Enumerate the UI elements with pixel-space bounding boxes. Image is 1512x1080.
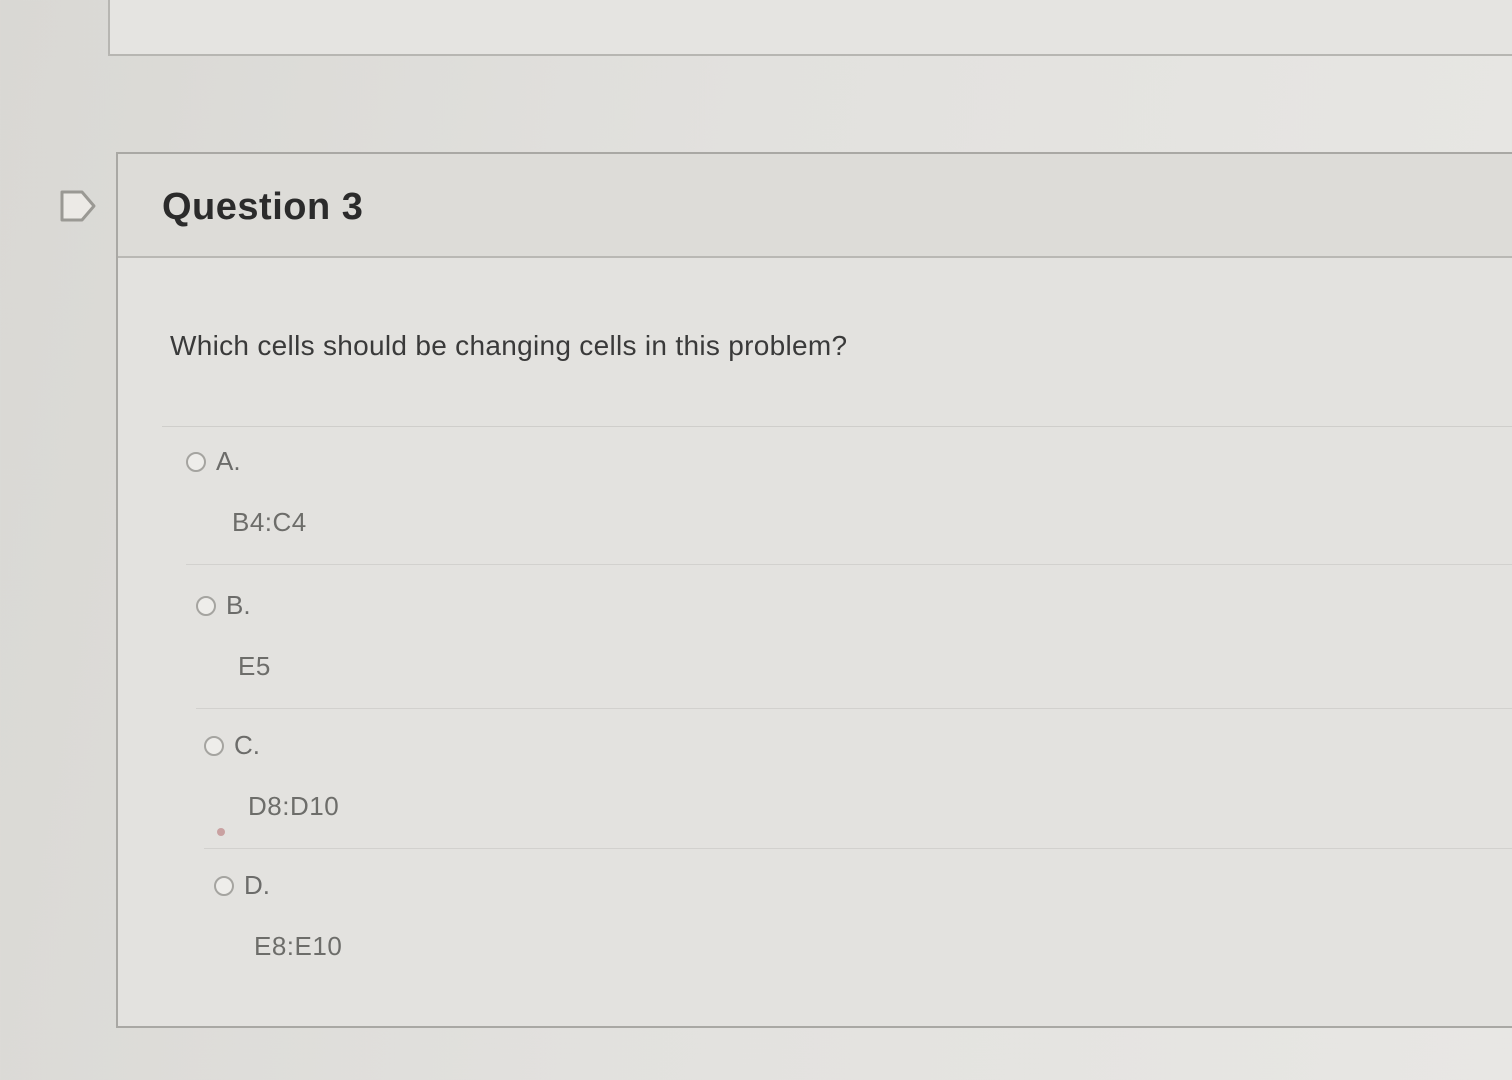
option-divider — [186, 564, 1512, 565]
question-prompt: Which cells should be changing cells in … — [170, 330, 848, 361]
question-title: Question 3 — [162, 186, 364, 228]
option-value: D8:D10 — [248, 791, 340, 821]
radio-button-c[interactable] — [204, 735, 224, 756]
flag-icon[interactable] — [58, 188, 98, 224]
option-divider — [196, 708, 1512, 709]
option-value: E5 — [238, 651, 271, 681]
answer-option-d[interactable]: D. E8:E10 — [214, 870, 1512, 962]
radio-button-a[interactable] — [186, 451, 206, 472]
previous-question-card — [108, 0, 1512, 56]
answer-option-a[interactable]: A. B4:C4 — [186, 446, 1512, 565]
option-letter: D. — [244, 870, 270, 900]
option-letter: C. — [234, 730, 260, 760]
options-divider — [162, 426, 1512, 427]
answer-option-c[interactable]: C. D8:D10 — [204, 730, 1512, 849]
dot-mark — [217, 828, 225, 836]
option-value: B4:C4 — [232, 507, 307, 537]
option-letter: A. — [216, 446, 241, 476]
answer-option-b[interactable]: B. E5 — [196, 590, 1512, 709]
question-card: Question 3 Which cells should be changin… — [116, 152, 1512, 1028]
radio-button-b[interactable] — [196, 595, 216, 616]
question-header: Question 3 — [118, 154, 1512, 258]
option-divider — [204, 848, 1512, 849]
radio-button-d[interactable] — [214, 875, 234, 896]
option-value: E8:E10 — [254, 931, 343, 961]
option-letter: B. — [226, 590, 251, 620]
